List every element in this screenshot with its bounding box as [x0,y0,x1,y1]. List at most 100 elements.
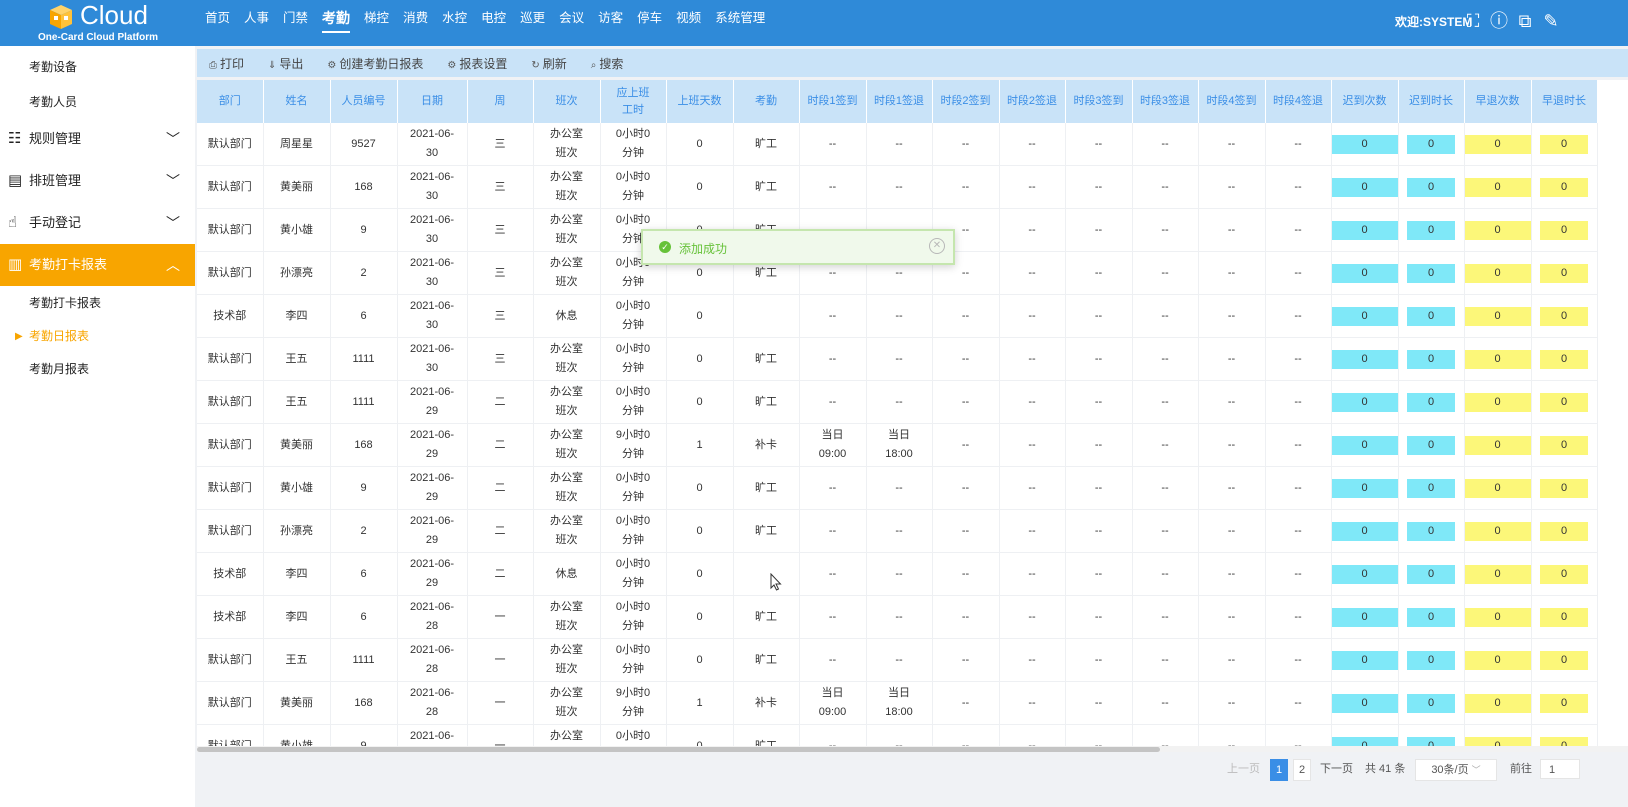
export-button[interactable]: ⇓ 导出 [268,55,303,72]
sidebar-group-report[interactable]: ▥ 考勤打卡报表 ︿ [0,244,195,286]
column-header[interactable]: 人员编号 [330,80,398,123]
column-header[interactable]: 班次 [533,80,601,123]
report-settings-button[interactable]: ⚙ 报表设置 [447,55,507,72]
column-header[interactable]: 迟到次数 [1331,80,1399,123]
table-cell: 0 [1531,208,1598,252]
column-header[interactable]: 早退时长 [1531,80,1598,123]
sidebar-item-attendance-device[interactable]: 考勤设备 [0,46,195,82]
table-cell: 2021-06-28 [397,595,468,639]
table-row[interactable]: 默认部门 孙漂亮 2 2021-06-29 二 办公室班次 0小时0分钟 0 旷工 -- -- -- -… [197,509,1598,553]
column-header[interactable]: 时段3签到 [1065,80,1133,123]
table-cell: -- [999,681,1066,725]
table-row[interactable]: 默认部门 王五 1111 2021-06-30 三 办公室班次 0小时0分钟 0 旷工 -- -- -… [197,337,1598,381]
column-header[interactable]: 周 [467,80,534,123]
sidebar-item-daily-report[interactable]: ▶ 考勤日报表 [0,320,195,353]
close-icon[interactable]: ✕ [929,238,945,254]
table-cell: 0 [1464,681,1532,725]
table-row[interactable]: 默认部门黄小雄92021-06-28一办公室班次0小时0分钟0旷工-------… [197,724,1598,747]
column-header[interactable]: 日期 [397,80,468,123]
column-header[interactable]: 早退次数 [1464,80,1532,123]
table-row[interactable]: 默认部门 王五 1111 2021-06-28 一 办公室班次 0小时0分钟 0 旷工 -- -- -… [197,638,1598,682]
column-header[interactable]: 部门 [197,80,264,123]
help-icon[interactable]: ⓘ [1486,8,1512,34]
cell-text: 2021-06-29 [409,386,455,417]
table-row[interactable]: 技术部 李四 6 2021-06-29 二 休息 0小时0分钟 0 -- -- -- -- -- -- --… [197,552,1598,596]
column-header[interactable]: 时段2签退 [999,80,1066,123]
table-row[interactable]: 技术部 李四 6 2021-06-28 一 办公室班次 0小时0分钟 0 旷工 -- -- -- -- -… [197,595,1598,639]
horizontal-scrollbar-thumb[interactable] [197,747,1160,752]
edit-icon[interactable]: ✎ [1538,8,1564,34]
table-row[interactable]: 默认部门 黄小雄 9 2021-06-29 二 办公室班次 0小时0分钟 0 旷工 -- -- -- -… [197,466,1598,510]
search-button[interactable]: ⌕ 搜索 [591,55,624,72]
table-row[interactable]: 默认部门 周星星 9527 2021-06-30 三 办公室班次 0小时0分钟 0 旷工 -- --… [197,123,1598,166]
cell-text: 休息 [555,567,578,580]
sidebar-group-shift[interactable]: ▤ 排班管理 ﹀ [0,160,195,202]
prev-page-button[interactable]: 上一页 [1227,759,1260,779]
column-header[interactable]: 时段1签到 [799,80,867,123]
table-cell: 默认部门 [197,466,264,510]
early-leave-value: 0 [1464,220,1531,240]
print-button[interactable]: ⎙ 打印 [209,55,244,72]
table-cell: -- [799,294,867,338]
sidebar-item-monthly-report[interactable]: 考勤月报表 [0,353,195,386]
early-leave-value: 0 [1464,263,1531,283]
column-header[interactable]: 时段1签退 [866,80,933,123]
brand-logo[interactable]: Cloud One-Card Cloud Platform [0,0,195,46]
nav-item-9[interactable]: 会议 [559,0,584,46]
nav-item-6[interactable]: 水控 [442,0,467,46]
column-header[interactable]: 时段4签退 [1265,80,1332,123]
page-size-select[interactable]: 30条/页 ﹀ [1415,759,1497,781]
column-header[interactable]: 时段3签退 [1132,80,1199,123]
late-value: 0 [1407,177,1455,197]
table-cell: 6 [330,595,398,639]
table-row[interactable]: 默认部门 黄美丽 168 2021-06-28 一 办公室班次 9小时0分钟 1 补卡 当日 09… [197,681,1598,725]
column-header[interactable]: 迟到时长 [1398,80,1465,123]
nav-item-3[interactable]: 考勤 [322,0,351,46]
column-header[interactable]: 上班天数 [666,80,734,123]
nav-item-10[interactable]: 访客 [598,0,623,46]
cell-text: 旷工 [755,653,777,666]
create-daily-report-button[interactable]: ⚙ 创建考勤日报表 [327,55,423,72]
sidebar-group-manual[interactable]: ☝ 手动登记 ﹀ [0,202,195,244]
switch-icon[interactable]: ⧉ [1512,8,1538,34]
cell-text: 李四 [285,309,308,322]
nav-item-2[interactable]: 门禁 [283,0,308,46]
sidebar-item-attendance-staff[interactable]: 考勤人员 [0,82,195,115]
cell-text: 办公室班次 [550,386,583,417]
nav-item-12[interactable]: 视频 [676,0,701,46]
nav-item-5[interactable]: 消费 [403,0,428,46]
table-cell: -- [999,165,1066,209]
column-header[interactable]: 应上班工时 [600,80,667,123]
cell-text: 当日 18:00 [885,429,913,460]
cell-text: 默认部门 [207,653,252,666]
fullscreen-icon[interactable]: ⛶ [1460,8,1486,34]
sidebar-item-punch-report[interactable]: 考勤打卡报表 [0,287,195,320]
cell-text: 168 [354,438,373,451]
column-header[interactable]: 时段4签到 [1198,80,1266,123]
goto-page-input[interactable]: 1 [1540,759,1580,779]
table-row[interactable]: 默认部门 黄美丽 168 2021-06-29 二 办公室班次 9小时0分钟 1 补卡 当日 09… [197,423,1598,467]
nav-item-13[interactable]: 系统管理 [715,0,765,46]
late-value: 0 [1407,306,1455,326]
table-cell: -- [866,552,933,596]
nav-item-11[interactable]: 停车 [637,0,662,46]
sidebar-group-rules[interactable]: ☷ 规则管理 ﹀ [0,118,195,160]
cell-text: 1 [696,438,703,451]
nav-item-0[interactable]: 首页 [205,0,230,46]
page-2-button[interactable]: 2 [1293,759,1311,781]
nav-item-4[interactable]: 梯控 [364,0,389,46]
table-row[interactable]: 默认部门 黄美丽 168 2021-06-30 三 办公室班次 0小时0分钟 0 旷工 -- -- -… [197,165,1598,209]
nav-item-1[interactable]: 人事 [244,0,269,46]
page-1-button[interactable]: 1 [1270,759,1288,781]
table-row[interactable]: 技术部 李四 6 2021-06-30 三 休息 0小时0分钟 0 -- -- -- -- -- -- --… [197,294,1598,338]
table-cell: 0 [1398,294,1465,338]
table-row[interactable]: 默认部门 王五 1111 2021-06-29 二 办公室班次 0小时0分钟 0 旷工 -- -- -… [197,380,1598,424]
column-header[interactable]: 考勤 [733,80,800,123]
nav-item-8[interactable]: 巡更 [520,0,545,46]
column-header[interactable]: 时段2签到 [932,80,1000,123]
nav-item-7[interactable]: 电控 [481,0,506,46]
table-cell: 0 [1398,337,1465,381]
next-page-button[interactable]: 下一页 [1320,759,1353,779]
refresh-button[interactable]: ↻ 刷新 [531,55,566,72]
column-header[interactable]: 姓名 [263,80,331,123]
